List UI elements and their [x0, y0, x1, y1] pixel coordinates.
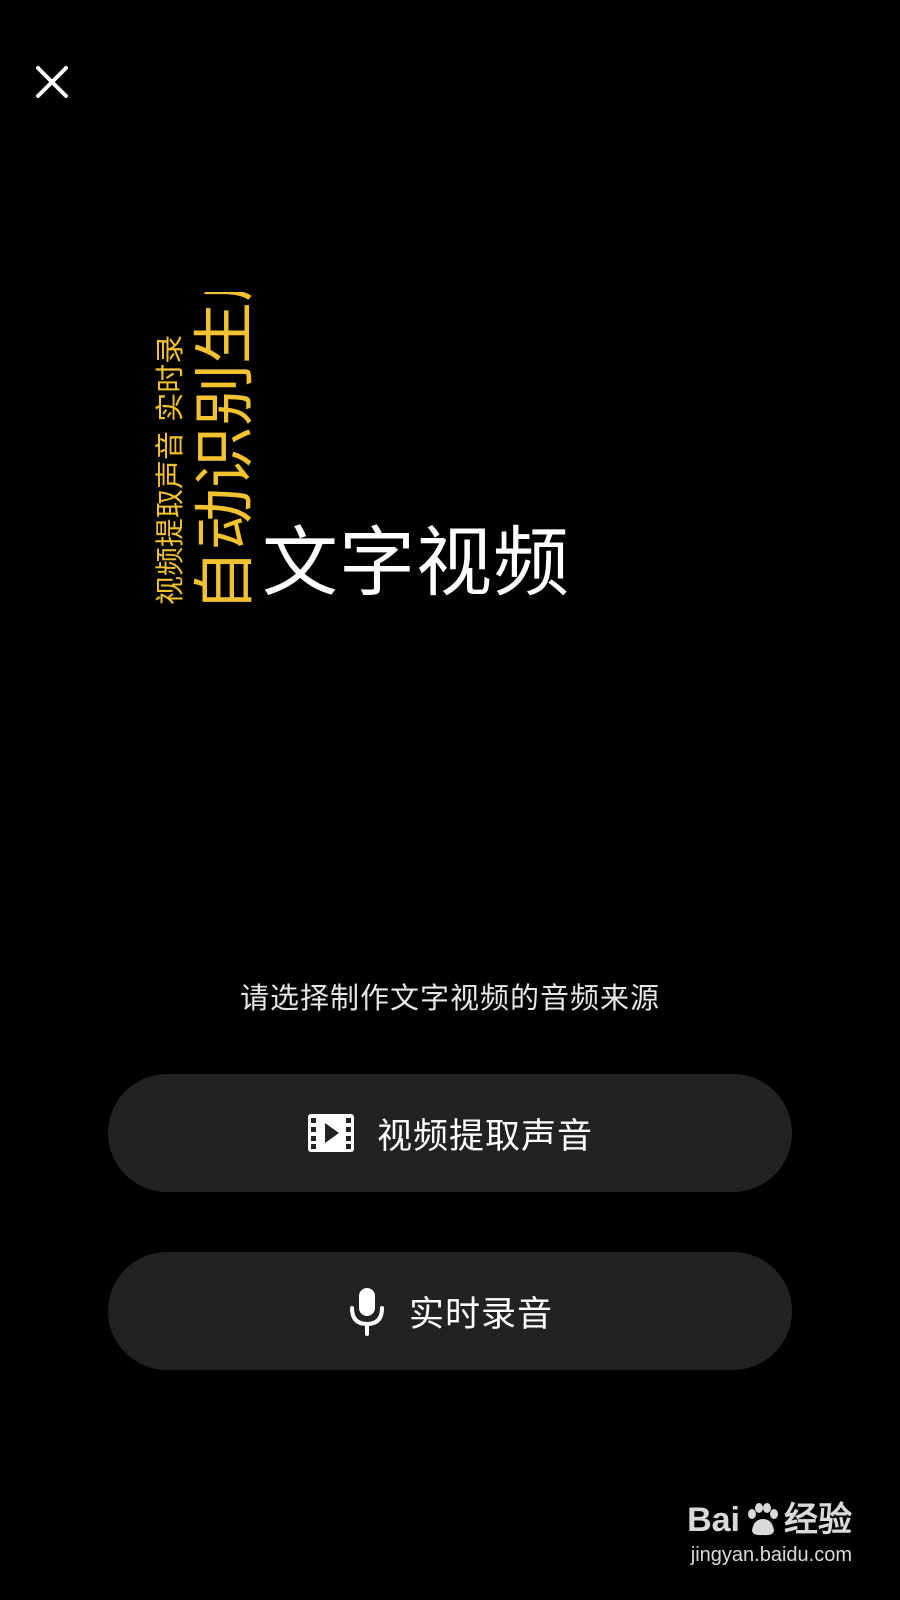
- hero-title: 文字视频: [262, 518, 570, 607]
- close-button[interactable]: [30, 60, 74, 104]
- close-icon: [36, 66, 68, 98]
- extract-audio-label: 视频提取声音: [376, 1116, 593, 1157]
- hero-vertical-large-text: 自动识别生成: [192, 292, 258, 612]
- watermark-logo: Bai 经验: [687, 1501, 852, 1539]
- video-film-icon: [307, 1113, 355, 1153]
- microphone-icon: [347, 1286, 387, 1336]
- hero-vertical-small-text: 视频提取声音 实时录: [153, 334, 187, 605]
- realtime-record-label: 实时录音: [408, 1294, 553, 1335]
- baidu-jingyan-watermark: Bai 经验 jingyan.baidu.com: [652, 1500, 852, 1568]
- source-prompt: 请选择制作文字视频的音频来源: [239, 981, 660, 1015]
- paw-icon: [748, 1503, 778, 1536]
- watermark-url: jingyan.baidu.com: [690, 1544, 852, 1566]
- extract-audio-from-video-button[interactable]: 视频提取声音: [108, 1074, 792, 1192]
- realtime-record-button[interactable]: 实时录音: [108, 1252, 792, 1370]
